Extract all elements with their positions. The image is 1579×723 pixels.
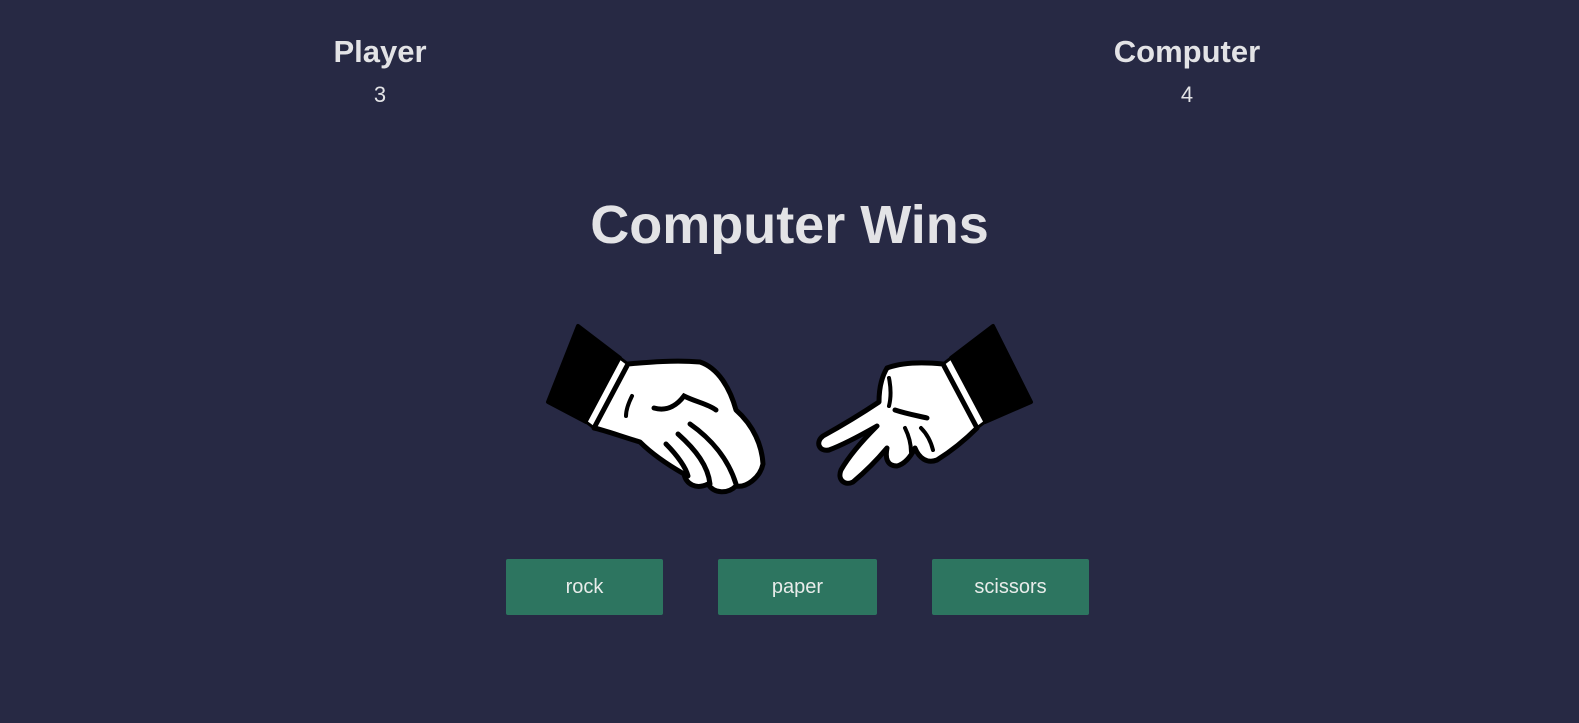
- scissors-hand-icon: [816, 324, 1033, 486]
- scissors-button[interactable]: scissors: [932, 559, 1089, 615]
- rock-button[interactable]: rock: [506, 559, 663, 615]
- player-score-label: Player: [333, 34, 427, 69]
- choice-buttons: rock paper scissors: [0, 559, 1579, 615]
- hands-display: [540, 318, 1050, 503]
- round-result-message: Computer Wins: [590, 195, 989, 255]
- player-score-value: 3: [373, 82, 387, 107]
- player-score-panel: Player 3: [260, 34, 500, 108]
- computer-score-label: Computer: [1113, 34, 1261, 69]
- computer-score-value: 4: [1180, 82, 1194, 107]
- paper-button[interactable]: paper: [718, 559, 877, 615]
- computer-score-panel: Computer 4: [1067, 34, 1307, 108]
- game-screen: Player 3 Computer 4 Computer Wins rock p…: [0, 0, 1579, 723]
- rock-hand-icon: [546, 324, 766, 495]
